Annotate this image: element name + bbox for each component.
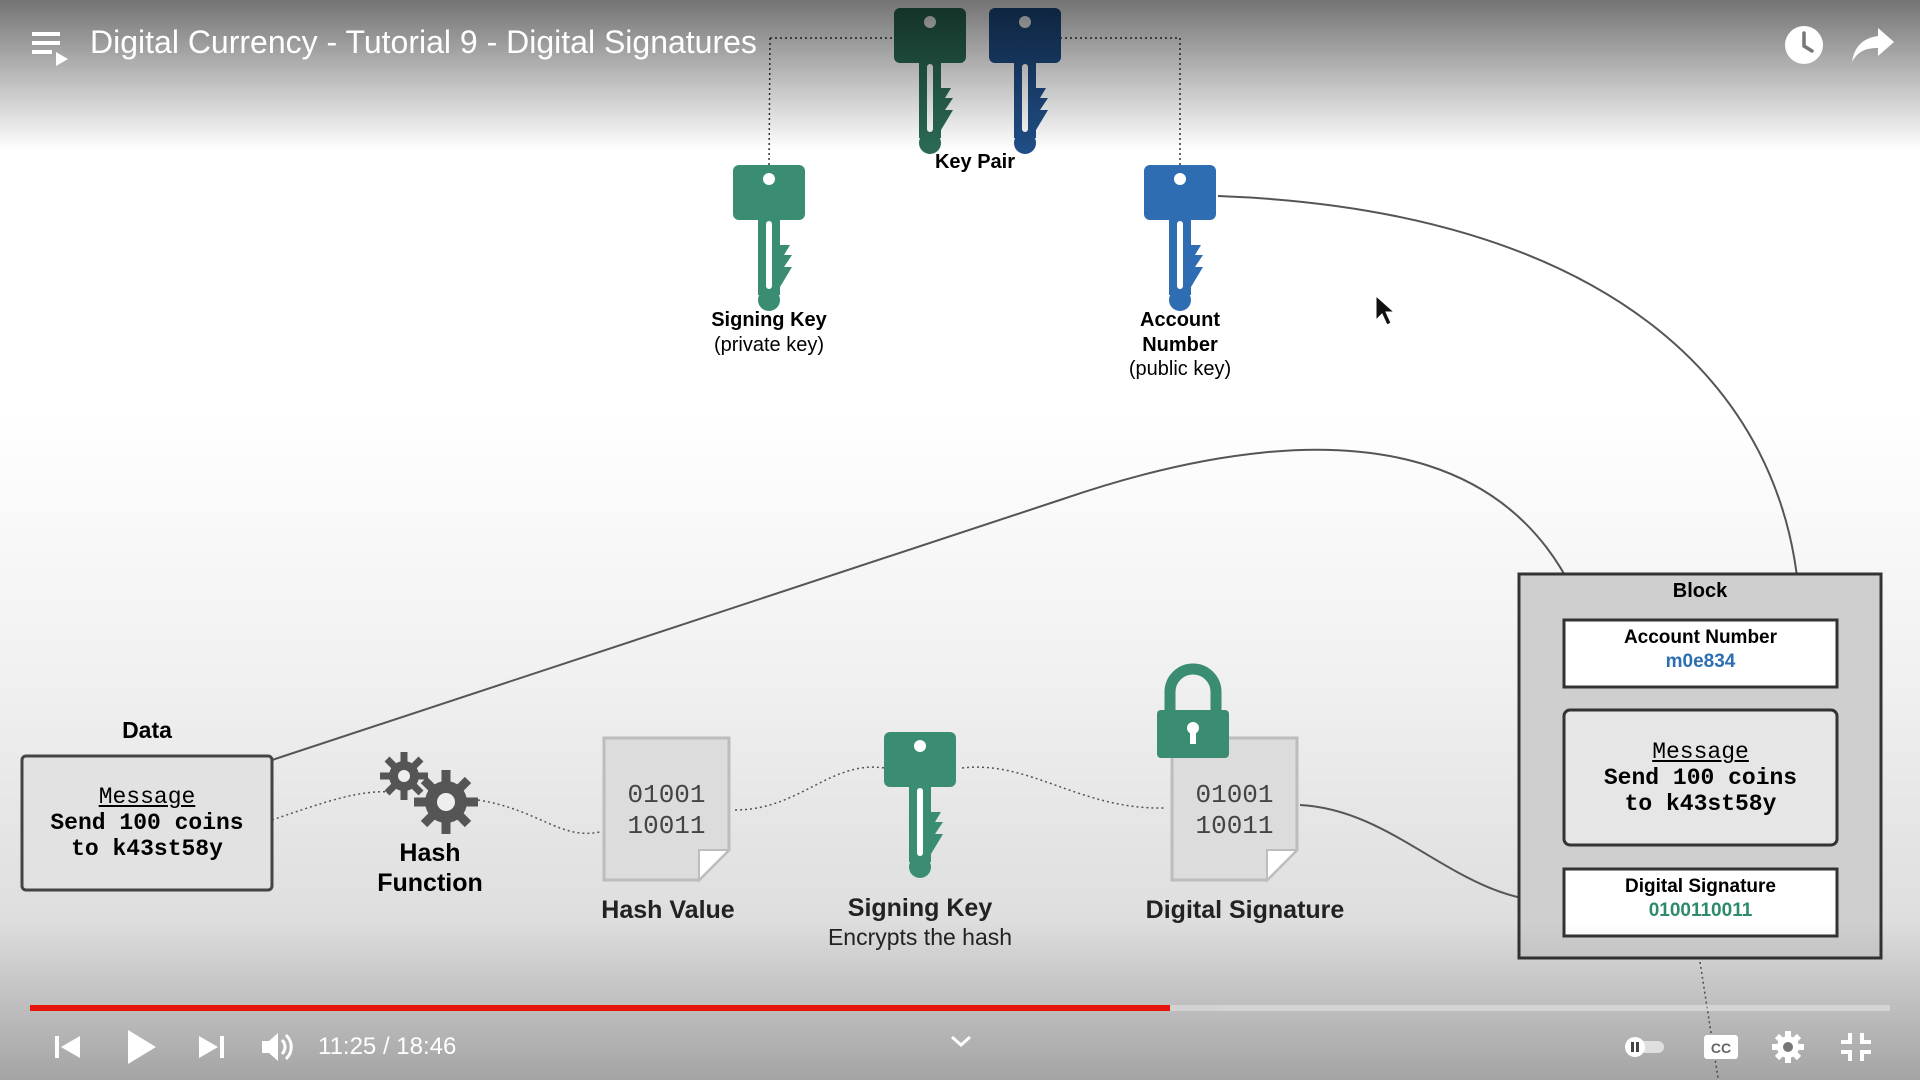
hash-function-label-line1: Hash	[399, 839, 461, 867]
playlist-icon[interactable]	[30, 28, 70, 66]
hash-value-binary-line2: 10011	[627, 811, 706, 841]
clock-icon[interactable]	[1782, 23, 1826, 67]
share-arrow-icon[interactable]	[1850, 24, 1896, 66]
autoplay-toggle-icon[interactable]	[1622, 1034, 1666, 1060]
mouse-cursor-icon	[1375, 294, 1396, 326]
block-message-heading: Message	[1652, 739, 1749, 765]
account-number-subtitle: (public key)	[1128, 358, 1232, 380]
signing-key-step-subtitle: Encrypts the hash	[827, 924, 1013, 950]
svg-text:CC: CC	[1711, 1040, 1731, 1056]
block-message-line2: to k43st58y	[1624, 791, 1777, 817]
time-display: 11:25 / 18:46	[318, 1033, 457, 1060]
progress-played	[30, 1005, 1171, 1011]
signing-key-icon	[733, 165, 805, 311]
cc-icon[interactable]: CC	[1702, 1031, 1740, 1063]
chevron-down-icon[interactable]	[946, 1030, 976, 1052]
block-account-number-label: Account Number	[1623, 627, 1778, 648]
block-message-line1: Send 100 coins	[1603, 765, 1798, 791]
signing-key-subtitle: (private key)	[713, 334, 825, 356]
data-message-line2: to k43st58y	[71, 836, 223, 862]
signature-binary-line2: 10011	[1195, 811, 1274, 841]
progress-bar[interactable]	[30, 1005, 1890, 1011]
hash-function-label-line2: Function	[377, 869, 483, 897]
block-title: Block	[1672, 580, 1728, 602]
signing-key-step-icon	[884, 732, 956, 878]
block-account-number-value: m0e834	[1665, 651, 1736, 672]
account-number-key-icon	[1144, 165, 1216, 311]
hash-value-label: Hash Value	[601, 896, 735, 924]
skip-previous-icon[interactable]	[50, 1030, 84, 1064]
key-pair-private-key-icon	[894, 8, 966, 154]
key-pair-label: Key Pair	[934, 151, 1016, 173]
public-key-to-block-arrow	[1217, 195, 1809, 614]
lock-icon	[1157, 663, 1229, 758]
signing-key-title: Signing Key	[711, 309, 827, 331]
block-signature-label: Digital Signature	[1625, 876, 1776, 897]
data-to-block-arrow	[271, 448, 1613, 761]
key-pair-connector	[768, 37, 1181, 169]
signing-key-step-title: Signing Key	[847, 894, 993, 922]
hash-function-gears-icon	[380, 752, 478, 834]
key-pair-public-key-icon	[989, 8, 1061, 154]
account-number-title-line2: Number	[1142, 334, 1218, 356]
exit-fullscreen-icon[interactable]	[1838, 1030, 1874, 1064]
data-message-line1: Send 100 coins	[50, 810, 244, 836]
video-frame[interactable]: Key Pair Signing Key (private key) Accou…	[0, 0, 1920, 1080]
video-title[interactable]: Digital Currency - Tutorial 9 - Digital …	[90, 24, 757, 61]
play-icon[interactable]	[121, 1026, 161, 1068]
account-number-title-line1: Account	[1140, 309, 1220, 331]
data-label: Data	[122, 717, 172, 743]
data-message-heading: Message	[98, 784, 196, 810]
signature-binary-line1: 01001	[1195, 780, 1274, 810]
gear-icon[interactable]	[1770, 1029, 1806, 1065]
digital-signature-label: Digital Signature	[1145, 896, 1345, 924]
hash-value-binary-line1: 01001	[627, 780, 706, 810]
block-signature-value: 0100110011	[1648, 900, 1753, 921]
volume-icon[interactable]	[258, 1028, 296, 1066]
skip-next-icon[interactable]	[195, 1030, 229, 1064]
